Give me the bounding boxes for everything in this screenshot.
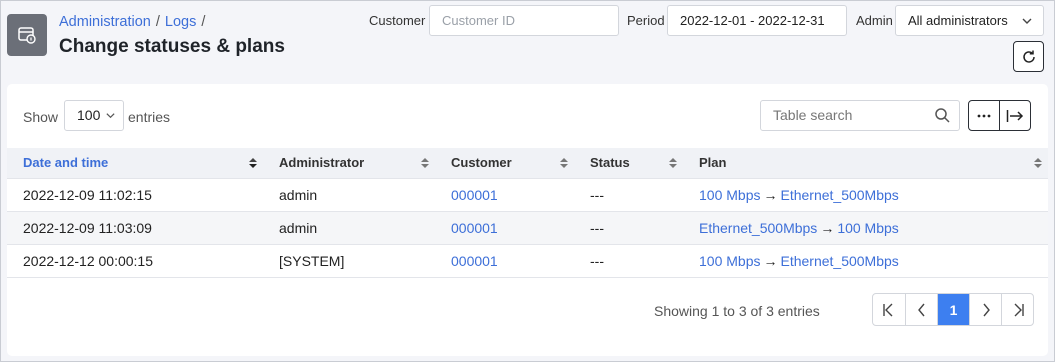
pagination: 1 xyxy=(872,293,1034,326)
column-plan[interactable]: Plan xyxy=(683,148,1048,178)
column-date-time[interactable]: Date and time xyxy=(7,148,263,178)
sort-icon xyxy=(560,158,568,168)
column-status[interactable]: Status xyxy=(574,148,683,178)
search-icon xyxy=(935,108,950,123)
admin-select-value: All administrators xyxy=(908,13,1008,28)
pagination-info: Showing 1 to 3 of 3 entries xyxy=(654,303,820,319)
admin-select[interactable]: All administrators xyxy=(895,5,1044,36)
column-administrator[interactable]: Administrator xyxy=(263,148,435,178)
plan-from-link[interactable]: 100 Mbps xyxy=(699,253,760,269)
customer-link[interactable]: 000001 xyxy=(451,220,498,236)
sort-icon xyxy=(421,158,429,168)
refresh-icon xyxy=(1022,50,1035,63)
last-page-button[interactable] xyxy=(1001,294,1033,325)
more-options-button[interactable] xyxy=(969,101,999,130)
customer-link[interactable]: 000001 xyxy=(451,187,498,203)
cell-status: --- xyxy=(574,210,683,244)
breadcrumb-separator: / xyxy=(155,14,160,30)
customer-link[interactable]: 000001 xyxy=(451,253,498,269)
page-button-1[interactable]: 1 xyxy=(937,294,969,325)
show-label: Show xyxy=(23,109,59,125)
table-tools xyxy=(968,100,1031,131)
refresh-button[interactable] xyxy=(1013,41,1044,72)
table-search-input[interactable]: Table search xyxy=(760,100,960,131)
column-label: Administrator xyxy=(279,155,365,171)
chevron-left-icon xyxy=(917,303,925,316)
plan-to-link[interactable]: 100 Mbps xyxy=(837,220,898,236)
next-page-button[interactable] xyxy=(969,294,1001,325)
logs-table-card: Show 100 entries Table search Date and t… xyxy=(7,84,1048,356)
chevron-down-icon xyxy=(106,113,115,119)
cell-status: --- xyxy=(574,243,683,278)
page-size-select[interactable]: 100 xyxy=(64,100,124,131)
arrow-right-icon: → xyxy=(820,219,835,236)
customer-id-input[interactable]: Customer ID xyxy=(429,5,619,36)
cell-status: --- xyxy=(574,177,683,211)
cell-datetime: 2022-12-09 11:02:15 xyxy=(7,177,263,211)
arrow-to-right-icon xyxy=(1006,109,1024,122)
admin-filter-label: Admin xyxy=(856,13,893,28)
breadcrumb-separator: / xyxy=(201,14,206,30)
last-page-icon xyxy=(1014,303,1024,316)
breadcrumb-logs[interactable]: Logs xyxy=(165,14,196,30)
column-customer[interactable]: Customer xyxy=(435,148,574,178)
sort-desc-icon xyxy=(249,158,257,168)
customer-filter-label: Customer xyxy=(369,13,426,28)
logs-table: Date and time Administrator Customer Sta… xyxy=(7,148,1048,278)
export-button[interactable] xyxy=(999,101,1030,130)
column-label: Plan xyxy=(699,155,727,171)
first-page-button[interactable] xyxy=(873,294,905,325)
breadcrumb-administration[interactable]: Administration xyxy=(59,14,151,30)
cell-administrator: admin xyxy=(263,177,435,211)
breadcrumb: Administration / Logs / xyxy=(59,14,210,30)
first-page-icon xyxy=(883,303,893,316)
column-label: Customer xyxy=(451,155,512,171)
period-filter-label: Period xyxy=(627,13,665,28)
period-input[interactable]: 2022-12-01 - 2022-12-31 xyxy=(667,5,847,36)
arrow-right-icon: → xyxy=(763,186,778,203)
plan-from-link[interactable]: Ethernet_500Mbps xyxy=(699,220,817,236)
table-row: 2022-12-09 11:03:09 admin 000001 --- Eth… xyxy=(7,210,1048,244)
cell-datetime: 2022-12-12 00:00:15 xyxy=(7,243,263,278)
page-size-value: 100 xyxy=(77,107,101,123)
plan-to-link[interactable]: Ethernet_500Mbps xyxy=(780,187,898,203)
plan-to-link[interactable]: Ethernet_500Mbps xyxy=(780,253,898,269)
column-label: Date and time xyxy=(23,155,109,171)
table-row: 2022-12-12 00:00:15 [SYSTEM] 000001 --- … xyxy=(7,243,1048,278)
cell-administrator: [SYSTEM] xyxy=(263,243,435,278)
arrow-right-icon: → xyxy=(763,252,778,269)
chevron-right-icon xyxy=(982,303,990,316)
cell-administrator: admin xyxy=(263,210,435,244)
cell-datetime: 2022-12-09 11:03:09 xyxy=(7,210,263,244)
chevron-down-icon xyxy=(1022,18,1032,24)
table-row: 2022-12-09 11:02:15 admin 000001 --- 100… xyxy=(7,177,1048,211)
entries-label: entries xyxy=(128,109,171,125)
page-header: Administration / Logs / Change statuses & p… xyxy=(1,1,1054,83)
prev-page-button[interactable] xyxy=(905,294,937,325)
page-title: Change statuses & plans xyxy=(59,36,285,57)
sort-icon xyxy=(669,158,677,168)
column-label: Status xyxy=(590,155,630,171)
sort-icon xyxy=(1034,158,1042,168)
logs-page-icon xyxy=(7,14,47,56)
plan-from-link[interactable]: 100 Mbps xyxy=(699,187,760,203)
more-horizontal-icon xyxy=(977,114,991,117)
table-search-placeholder: Table search xyxy=(773,107,853,123)
